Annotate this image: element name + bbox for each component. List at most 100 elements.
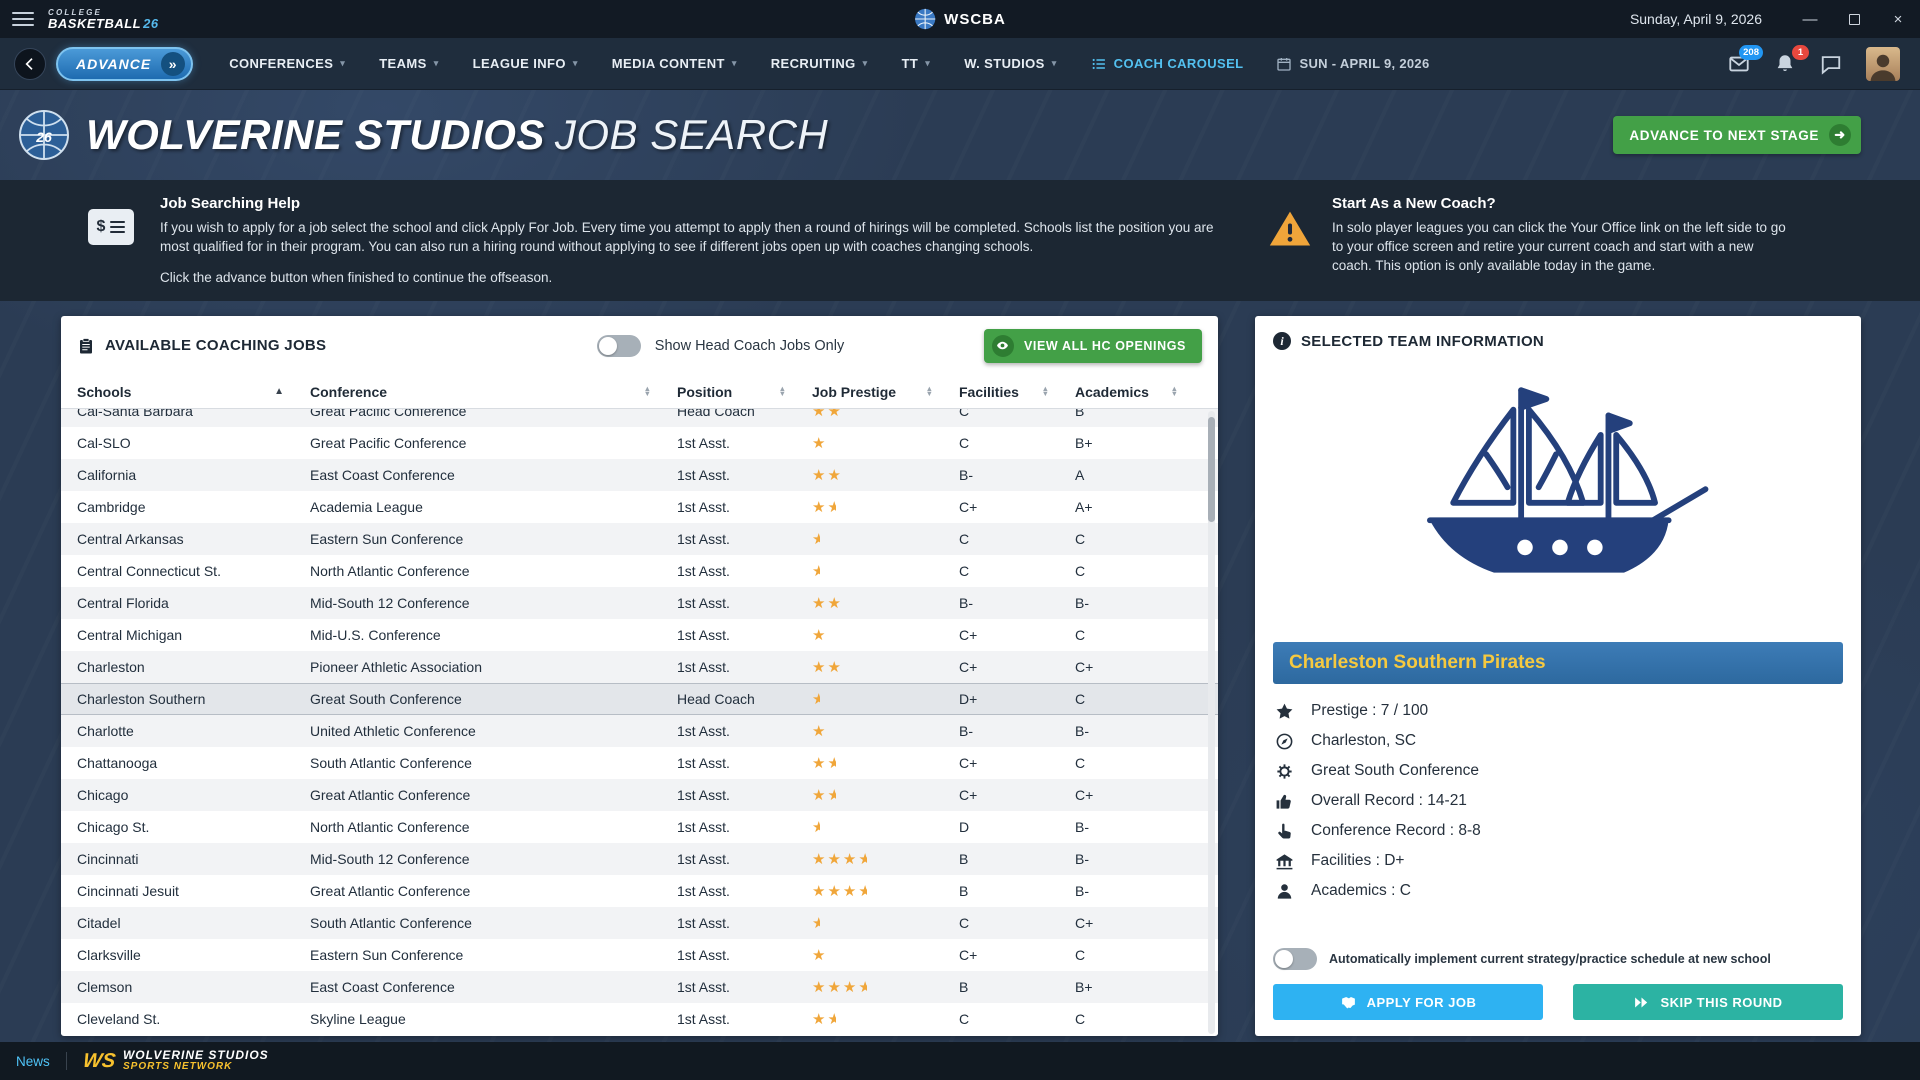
news-link[interactable]: News	[16, 1054, 50, 1069]
cell-school: Charleston Southern	[77, 691, 310, 707]
avatar[interactable]	[1866, 47, 1900, 81]
chat-icon[interactable]	[1820, 53, 1842, 75]
table-row[interactable]: Cal-Santa BarbaraGreat Pacific Conferenc…	[61, 409, 1218, 427]
cell-academics: B-	[1075, 595, 1204, 611]
strategy-toggle[interactable]	[1273, 948, 1317, 970]
nav-date: SUN - APRIL 9, 2026	[1276, 56, 1430, 72]
team-detail: Facilities : D+	[1273, 846, 1843, 876]
star-icon: ★	[812, 946, 827, 964]
table-row[interactable]: CharlotteUnited Athletic Conference1st A…	[61, 715, 1218, 747]
pirate-ship-logo	[1393, 365, 1723, 627]
table-row[interactable]: Cal-SLOGreat Pacific Conference1st Asst.…	[61, 427, 1218, 459]
close-button[interactable]: ×	[1876, 0, 1920, 38]
column-header-facilities[interactable]: Facilities▲▼	[959, 375, 1075, 408]
table-row[interactable]: Cincinnati JesuitGreat Atlantic Conferen…	[61, 875, 1218, 907]
table-row[interactable]: Central ArkansasEastern Sun Conference1s…	[61, 523, 1218, 555]
cell-academics: C	[1075, 1011, 1204, 1027]
team-detail: Academics : C	[1273, 876, 1843, 906]
cell-facilities: C+	[959, 659, 1075, 675]
apply-for-job-button[interactable]: APPLY FOR JOB	[1273, 984, 1543, 1020]
table-row[interactable]: Central FloridaMid-South 12 Conference1s…	[61, 587, 1218, 619]
nav-item-teams[interactable]: TEAMS▾	[379, 56, 438, 71]
nav-item-media-content[interactable]: MEDIA CONTENT▾	[612, 56, 737, 71]
scrollbar-thumb[interactable]	[1208, 417, 1215, 522]
column-header-conference[interactable]: Conference▲▼	[310, 375, 677, 408]
hc-only-toggle[interactable]	[597, 335, 641, 357]
cell-school: Cincinnati Jesuit	[77, 883, 310, 899]
menu-icon[interactable]	[12, 12, 34, 26]
minimize-button[interactable]: —	[1788, 0, 1832, 38]
cell-school: Cincinnati	[77, 851, 310, 867]
table-row[interactable]: CincinnatiMid-South 12 Conference1st Ass…	[61, 843, 1218, 875]
cell-conference: Eastern Sun Conference	[310, 531, 677, 547]
advance-stage-button[interactable]: ADVANCE TO NEXT STAGE ➜	[1613, 116, 1861, 154]
nav-item-recruiting[interactable]: RECRUITING▾	[771, 56, 868, 71]
maximize-icon	[1849, 14, 1860, 25]
cell-position: Head Coach	[677, 691, 812, 707]
table-row[interactable]: ChicagoGreat Atlantic Conference1st Asst…	[61, 779, 1218, 811]
nav-item-league-info[interactable]: LEAGUE INFO▾	[473, 56, 578, 71]
star-icon: ★	[812, 786, 827, 804]
table-row[interactable]: Chicago St.North Atlantic Conference1st …	[61, 811, 1218, 843]
table-row[interactable]: CambridgeAcademia League1st Asst.★★C+A+	[61, 491, 1218, 523]
team-section-title: SELECTED TEAM INFORMATION	[1301, 333, 1544, 350]
cell-prestige: ★	[812, 626, 959, 644]
nav-item-conferences[interactable]: CONFERENCES▾	[229, 56, 345, 71]
sort-icon: ▲▼	[644, 387, 651, 396]
star-icon: ★	[812, 409, 827, 420]
cell-prestige: ★	[812, 946, 959, 964]
nav-item-coach-carousel[interactable]: COACH CAROUSEL	[1091, 56, 1244, 72]
table-row[interactable]: Cleveland St.Skyline League1st Asst.★★CC	[61, 1003, 1218, 1035]
column-header-academics[interactable]: Academics▲▼	[1075, 375, 1204, 408]
table-row[interactable]: ClarksvilleEastern Sun Conference1st Ass…	[61, 939, 1218, 971]
column-header-job-prestige[interactable]: Job Prestige▲▼	[812, 375, 959, 408]
back-button[interactable]	[14, 48, 46, 80]
team-detail-text: Conference Record : 8-8	[1311, 822, 1481, 840]
table-row[interactable]: ClemsonEast Coast Conference1st Asst.★★★…	[61, 971, 1218, 1003]
strategy-toggle-group: Automatically implement current strategy…	[1273, 948, 1843, 970]
advance-arrow-icon: »	[161, 52, 185, 76]
cell-prestige: ★★	[812, 498, 959, 516]
arrow-left-icon	[22, 56, 38, 72]
mail-icon[interactable]: 208	[1728, 53, 1750, 75]
app-logo: COLLEGE BASKETBALL26	[48, 9, 159, 30]
half-star-icon: ★	[858, 978, 866, 996]
column-header-position[interactable]: Position▲▼	[677, 375, 812, 408]
table-row[interactable]: CharlestonPioneer Athletic Association1s…	[61, 651, 1218, 683]
maximize-button[interactable]	[1832, 0, 1876, 38]
column-header-schools[interactable]: Schools▲	[77, 375, 310, 408]
nav-icons: 208 1	[1728, 47, 1900, 81]
cell-academics: B-	[1075, 883, 1204, 899]
table-scrollbar[interactable]	[1208, 411, 1215, 1034]
table-row[interactable]: Central MichiganMid-U.S. Conference1st A…	[61, 619, 1218, 651]
cell-position: 1st Asst.	[677, 723, 812, 739]
view-hc-openings-button[interactable]: VIEW ALL HC OPENINGS	[984, 329, 1202, 363]
nav-item-w-studios[interactable]: W. STUDIOS▾	[964, 56, 1056, 71]
cell-position: 1st Asst.	[677, 467, 812, 483]
cell-school: Chattanooga	[77, 755, 310, 771]
apply-for-job-label: APPLY FOR JOB	[1367, 995, 1477, 1010]
table-row[interactable]: Central Connecticut St.North Atlantic Co…	[61, 555, 1218, 587]
table-row[interactable]: ChattanoogaSouth Atlantic Conference1st …	[61, 747, 1218, 779]
star-icon: ★	[812, 754, 827, 772]
cell-position: 1st Asst.	[677, 1011, 812, 1027]
chevron-down-icon: ▾	[434, 58, 439, 69]
nav-item-tt[interactable]: TT▾	[902, 56, 931, 71]
view-hc-openings-label: VIEW ALL HC OPENINGS	[1024, 339, 1186, 353]
table-row[interactable]: CitadelSouth Atlantic Conference1st Asst…	[61, 907, 1218, 939]
advance-button[interactable]: ADVANCE »	[56, 47, 193, 81]
table-row[interactable]: CaliforniaEast Coast Conference1st Asst.…	[61, 459, 1218, 491]
main-content: AVAILABLE COACHING JOBS Show Head Coach …	[0, 301, 1920, 1025]
star-icon: ★	[827, 466, 842, 484]
skip-round-button[interactable]: SKIP THIS ROUND	[1573, 984, 1843, 1020]
table-row-selected[interactable]: Charleston SouthernGreat South Conferenc…	[61, 683, 1218, 715]
cell-conference: Mid-South 12 Conference	[310, 595, 677, 611]
star-icon: ★	[827, 658, 842, 676]
bell-icon[interactable]: 1	[1774, 53, 1796, 75]
star-icon: ★	[827, 594, 842, 612]
new-coach-body: In solo player leagues you can click the…	[1332, 218, 1788, 275]
nav-menu: CONFERENCES▾ TEAMS▾ LEAGUE INFO▾ MEDIA CONT…	[229, 56, 1056, 71]
footer: News WS WOLVERINE STUDIOS SPORTS NETWORK	[0, 1042, 1920, 1080]
team-detail-text: Facilities : D+	[1311, 852, 1404, 870]
cell-position: 1st Asst.	[677, 499, 812, 515]
